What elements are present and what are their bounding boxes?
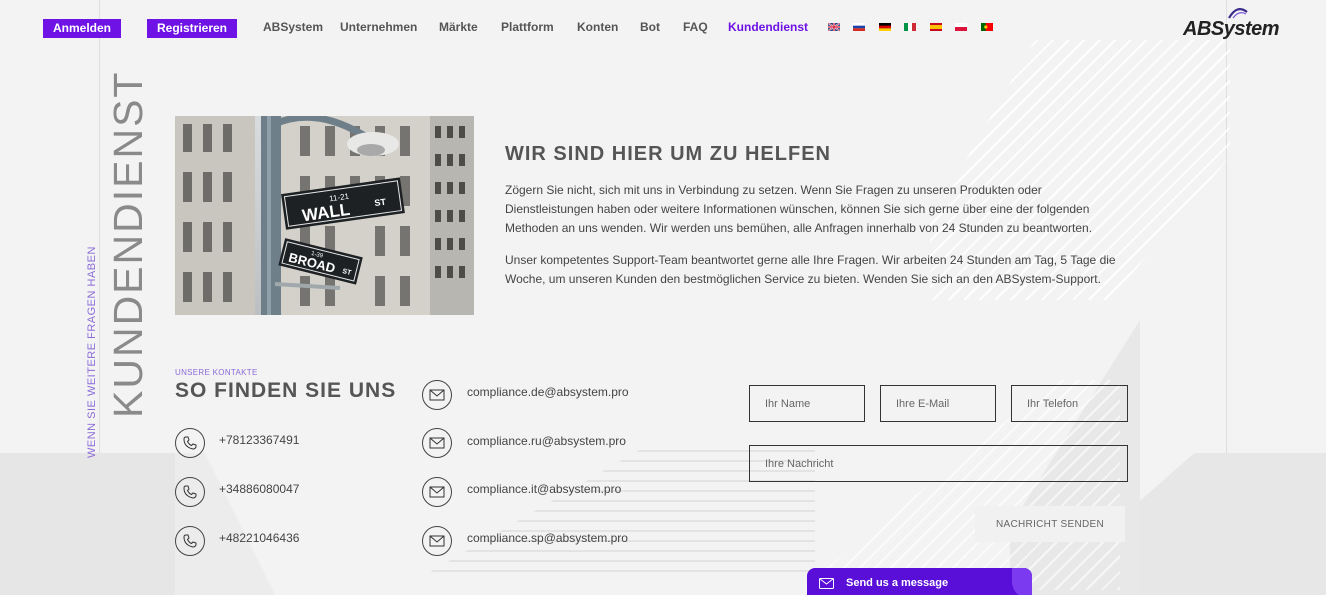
photo-sign-wall-st: ST [374,197,387,209]
phone-icon [175,526,205,556]
mail-icon [422,477,452,507]
logo-text: ABSystem [1183,18,1280,40]
nav-link-absystem[interactable]: ABSystem [263,20,323,34]
page-subtitle-vertical: WENN SIE WEITERE FRAGEN HABEN [86,246,98,458]
flag-it-icon[interactable] [904,23,916,31]
mail-icon [422,526,452,556]
flag-es-icon[interactable] [930,23,942,31]
email-link-it[interactable]: compliance.it@absystem.pro [467,482,621,496]
phone-link-2[interactable]: +34886080047 [219,482,299,496]
chat-widget-label: Send us a message [846,577,949,589]
name-input[interactable] [749,385,865,422]
help-heading: WIR SIND HIER UM ZU HELFEN [505,143,831,165]
email-link-sp[interactable]: compliance.sp@absystem.pro [467,531,628,545]
contacts-kicker: UNSERE KONTAKTE [175,368,258,377]
email-input[interactable] [880,385,996,422]
nav-link-konten[interactable]: Konten [577,20,618,34]
brand-logo[interactable]: ABSystem [1183,6,1295,42]
flag-de-icon[interactable] [879,23,891,31]
contacts-heading: SO FINDEN SIE UNS [175,379,397,402]
intro-paragraph-1: Zögern Sie nicht, sich mit uns in Verbin… [505,183,1093,235]
chat-widget-button[interactable]: Send us a message [807,568,1032,595]
mail-icon [422,428,452,458]
send-message-button[interactable]: NACHRICHT SENDEN [975,506,1125,542]
intro-paragraph-2: Unser kompetentes Support-Team beantwort… [505,253,1116,286]
nav-link-maerkte[interactable]: Märkte [439,20,478,34]
register-button[interactable]: Registrieren [147,19,237,38]
email-link-ru[interactable]: compliance.ru@absystem.pro [467,434,626,448]
wall-street-photo: 11-21 WALL ST 1-39 BROAD ST [175,116,474,315]
phone-icon [175,477,205,507]
phone-icon [175,428,205,458]
mail-icon [819,577,834,589]
mail-icon [422,380,452,410]
phone-input[interactable] [1011,385,1128,422]
nav-link-unternehmen[interactable]: Unternehmen [340,20,417,34]
chat-widget-corner [1012,568,1032,595]
nav-link-kundendienst[interactable]: Kundendienst [728,20,808,34]
nav-link-bot[interactable]: Bot [640,20,660,34]
flag-pl-icon[interactable] [955,23,967,31]
email-link-de[interactable]: compliance.de@absystem.pro [467,385,629,399]
login-button[interactable]: Anmelden [43,19,121,38]
flag-ru-icon[interactable] [853,23,865,31]
phone-link-3[interactable]: +48221046436 [219,531,299,545]
message-input[interactable] [749,445,1128,482]
flag-pt-icon[interactable] [981,23,993,31]
phone-link-1[interactable]: +78123367491 [219,433,299,447]
top-navigation: Anmelden Registrieren ABSystem Unternehm… [0,0,1326,56]
page-title-vertical: KUNDENDIENST [105,70,151,418]
flag-en-icon[interactable] [828,23,840,31]
nav-link-plattform[interactable]: Plattform [501,20,554,34]
nav-link-faq[interactable]: FAQ [683,20,708,34]
